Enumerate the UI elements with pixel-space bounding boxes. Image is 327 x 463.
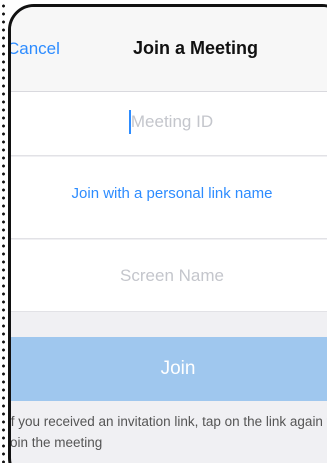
help-text: If you received an invitation link, tap …	[8, 411, 327, 453]
text-cursor	[129, 110, 131, 134]
join-personal-link-button[interactable]: Join with a personal link name	[11, 185, 327, 202]
screen-name-input[interactable]	[11, 263, 327, 289]
help-text-line-1: If you received an invitation link, tap …	[8, 414, 327, 429]
meeting-id-input[interactable]	[11, 109, 327, 135]
phone-frame: Cancel Join a Meeting Join with a person…	[8, 4, 327, 463]
page-title: Join a Meeting	[133, 38, 259, 58]
cancel-button[interactable]: Cancel	[11, 39, 60, 59]
dotted-frame-edge	[0, 0, 7, 463]
help-text-line-2: join the meeting	[8, 435, 103, 450]
screenshot-stage: Cancel Join a Meeting Join with a person…	[0, 0, 327, 463]
navigation-bar: Cancel Join a Meeting	[11, 7, 327, 92]
join-button[interactable]: Join	[11, 337, 327, 401]
